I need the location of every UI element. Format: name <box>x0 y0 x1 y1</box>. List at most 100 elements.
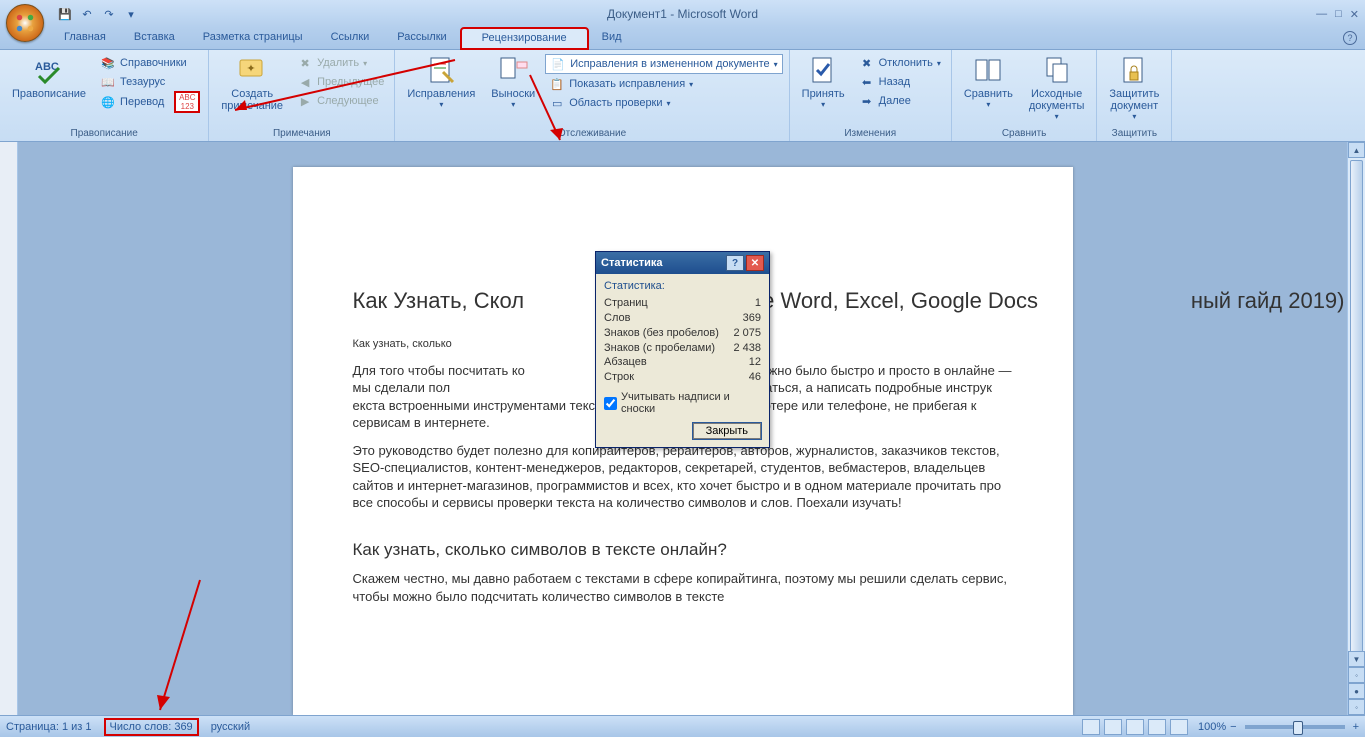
group-tracking: Исправления Выноски 📄Исправления в измен… <box>395 50 789 141</box>
tab-review[interactable]: Рецензирование <box>461 28 588 49</box>
protect-button[interactable]: Защитить документ <box>1103 52 1165 123</box>
tab-view[interactable]: Вид <box>588 28 636 49</box>
status-word-count[interactable]: Число слов: 369 <box>106 720 197 734</box>
dialog-help-button[interactable]: ? <box>726 255 744 271</box>
delete-icon: ✖ <box>297 55 313 71</box>
title-bar: 💾 ↶ ↷ ▾ Документ1 - Microsoft Word — □ ✕ <box>0 0 1365 28</box>
undo-icon[interactable]: ↶ <box>78 5 96 23</box>
status-zoom[interactable]: 100% <box>1198 721 1226 733</box>
prev-comment-button: ◀Предыдущее <box>293 73 388 91</box>
next-comment-button: ▶Следующее <box>293 92 388 110</box>
view-full-screen[interactable] <box>1104 719 1122 735</box>
tab-mailings[interactable]: Рассылки <box>383 28 460 49</box>
stat-chars-spaces: Знаков (с пробелами)2 438 <box>604 341 761 356</box>
include-textboxes-checkbox[interactable]: Учитывать надписи и сноски <box>604 391 761 415</box>
show-source-button[interactable]: Исходные документы <box>1023 52 1091 123</box>
book-icon: 📚 <box>100 55 116 71</box>
pane-icon: ▭ <box>549 95 565 111</box>
statistics-dialog: Статистика ? ✕ Статистика: Страниц1 Слов… <box>595 251 770 448</box>
tab-layout[interactable]: Разметка страницы <box>189 28 317 49</box>
stat-words: Слов369 <box>604 311 761 326</box>
research-button[interactable]: 📚Справочники <box>96 54 202 72</box>
new-comment-button[interactable]: ✦ Создать примечание <box>215 52 289 114</box>
next-change-icon: ➡ <box>859 93 875 109</box>
reject-button[interactable]: ✖Отклонить <box>855 54 945 72</box>
dialog-title-text: Статистика <box>601 257 663 269</box>
prev-icon: ◀ <box>297 74 313 90</box>
next-change-button[interactable]: ➡Далее <box>855 92 945 110</box>
delete-comment-button[interactable]: ✖Удалить <box>293 54 388 72</box>
show-markup-button[interactable]: 📋Показать исправления <box>545 75 782 93</box>
vertical-ruler <box>0 142 18 715</box>
balloons-icon <box>497 54 529 86</box>
translate-button[interactable]: 🌐Перевод ABC123 <box>96 92 202 112</box>
help-icon[interactable]: ? <box>1343 31 1357 45</box>
zoom-out-button[interactable]: − <box>1230 721 1236 733</box>
track-changes-button[interactable]: Исправления <box>401 52 481 111</box>
prev-change-icon: ⬅ <box>859 74 875 90</box>
window-title: Документ1 - Microsoft Word <box>607 7 758 21</box>
spelling-button[interactable]: ABC Правописание <box>6 52 92 102</box>
status-page[interactable]: Страница: 1 из 1 <box>6 721 92 733</box>
tab-home[interactable]: Главная <box>50 28 120 49</box>
dialog-titlebar[interactable]: Статистика ? ✕ <box>596 252 769 274</box>
zoom-slider[interactable] <box>1245 725 1345 729</box>
thesaurus-icon: 📖 <box>100 74 116 90</box>
word-count-button[interactable]: ABC123 <box>176 93 198 111</box>
maximize-button[interactable]: □ <box>1335 8 1342 21</box>
redo-icon[interactable]: ↷ <box>100 5 118 23</box>
stat-paragraphs: Абзацев12 <box>604 355 761 370</box>
dialog-header: Статистика: <box>604 280 761 292</box>
show-markup-icon: 📋 <box>549 76 565 92</box>
scroll-up-icon[interactable]: ▲ <box>1348 142 1365 158</box>
prev-change-button[interactable]: ⬅Назад <box>855 73 945 91</box>
group-changes: Принять ✖Отклонить ⬅Назад ➡Далее Изменен… <box>790 50 952 141</box>
view-web-layout[interactable] <box>1126 719 1144 735</box>
office-button[interactable] <box>6 4 44 42</box>
dialog-close-button[interactable]: ✕ <box>746 255 764 271</box>
close-button[interactable]: ✕ <box>1350 8 1359 21</box>
view-outline[interactable] <box>1148 719 1166 735</box>
doc-paragraph-3: Скажем честно, мы давно работаем с текст… <box>353 570 1013 605</box>
display-icon: 📄 <box>550 56 566 72</box>
translate-icon: 🌐 <box>100 94 116 110</box>
tab-references[interactable]: Ссылки <box>317 28 384 49</box>
new-comment-icon: ✦ <box>236 54 268 86</box>
view-print-layout[interactable] <box>1082 719 1100 735</box>
accept-button[interactable]: Принять <box>796 52 851 111</box>
vertical-scrollbar[interactable]: ▲ ▼ ◦ ● ◦ <box>1347 142 1365 715</box>
scroll-down-icon[interactable]: ▼ <box>1348 651 1365 667</box>
qat-customize-icon[interactable]: ▾ <box>122 5 140 23</box>
dialog-close-btn[interactable]: Закрыть <box>693 423 761 439</box>
minimize-button[interactable]: — <box>1316 8 1327 21</box>
group-protect: Защитить документ Защитить <box>1097 50 1172 141</box>
next-page-icon[interactable]: ◦ <box>1348 699 1365 715</box>
lock-icon <box>1118 54 1150 86</box>
scroll-thumb[interactable] <box>1350 160 1363 655</box>
group-comments: ✦ Создать примечание ✖Удалить ◀Предыдуще… <box>209 50 395 141</box>
reviewing-pane-button[interactable]: ▭Область проверки <box>545 94 782 112</box>
balloons-button[interactable]: Выноски <box>485 52 541 111</box>
prev-page-icon[interactable]: ◦ <box>1348 667 1365 683</box>
accept-icon <box>807 54 839 86</box>
group-compare: Сравнить Исходные документы Сравнить <box>952 50 1098 141</box>
ribbon: ABC Правописание 📚Справочники 📖Тезаурус … <box>0 50 1365 142</box>
stat-chars: Знаков (без пробелов)2 075 <box>604 326 761 341</box>
browse-object-icon[interactable]: ● <box>1348 683 1365 699</box>
next-icon: ▶ <box>297 93 313 109</box>
doc-heading-2b: Как узнать, сколько символов в тексте он… <box>353 540 1013 560</box>
thesaurus-button[interactable]: 📖Тезаурус <box>96 73 202 91</box>
spelling-icon: ABC <box>33 54 65 86</box>
track-changes-icon <box>425 54 457 86</box>
tab-insert[interactable]: Вставка <box>120 28 189 49</box>
status-language[interactable]: русский <box>211 721 250 733</box>
group-proofing: ABC Правописание 📚Справочники 📖Тезаурус … <box>0 50 209 141</box>
zoom-in-button[interactable]: + <box>1353 721 1359 733</box>
display-for-review-dropdown[interactable]: 📄Исправления в измененном документе▾ <box>545 54 782 74</box>
save-icon[interactable]: 💾 <box>56 5 74 23</box>
reject-icon: ✖ <box>859 55 875 71</box>
view-draft[interactable] <box>1170 719 1188 735</box>
status-bar: Страница: 1 из 1 Число слов: 369 русский… <box>0 715 1365 737</box>
compare-button[interactable]: Сравнить <box>958 52 1019 111</box>
doc-paragraph-2: Это руководство будет полезно для копира… <box>353 442 1013 512</box>
